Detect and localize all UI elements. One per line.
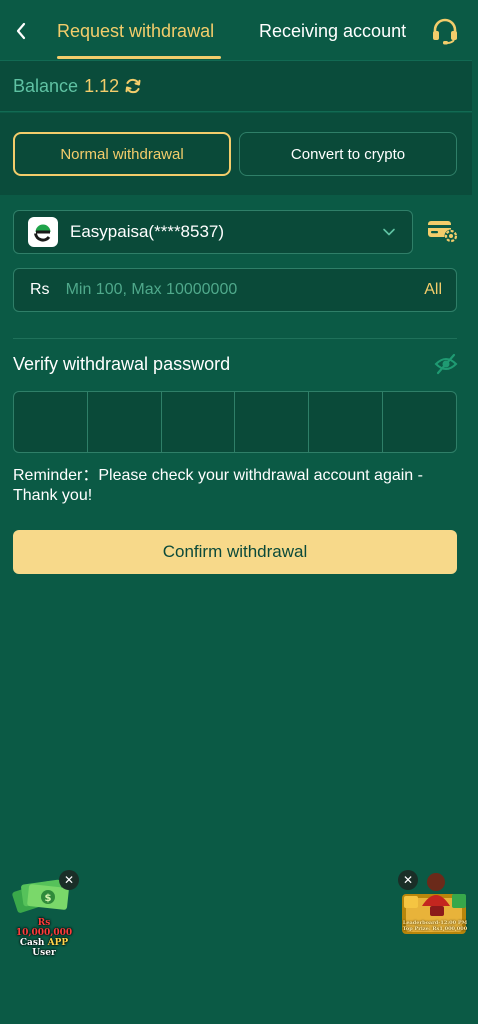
top-nav: Request withdrawal Receiving account	[0, 0, 478, 60]
svg-text:$: $	[45, 893, 52, 904]
pin-digit-2[interactable]	[88, 392, 162, 452]
pin-digit-5[interactable]	[309, 392, 384, 452]
promo-subtitle: Cash APP User	[8, 938, 80, 958]
close-promo-right-button[interactable]: ✕	[398, 870, 418, 890]
confirm-withdrawal-button[interactable]: Confirm withdrawal	[13, 530, 457, 574]
promo-amount: Rs 10,000,000	[15, 918, 73, 938]
balance-label: Balance	[13, 75, 79, 96]
leaderboard-promo-caption: Leaderboard-12:00 PM Top Prize: Rs1,000,…	[400, 920, 470, 932]
convert-to-crypto-button[interactable]: Convert to crypto	[239, 132, 457, 176]
divider	[13, 338, 457, 339]
account-select[interactable]: Easypaisa(****8537)	[13, 210, 413, 254]
pin-digit-6[interactable]	[383, 392, 456, 452]
selected-account: Easypaisa(****8537)	[70, 222, 225, 241]
cash-app-promo-caption: Rs 10,000,000 Cash APP User	[8, 918, 80, 958]
promo-app: APP	[47, 938, 69, 948]
leaderboard-prize: Top Prize: Rs1,000,000	[402, 926, 468, 932]
chevron-down-icon	[383, 228, 395, 236]
support-button[interactable]	[430, 16, 460, 46]
eye-off-icon[interactable]	[434, 353, 458, 375]
tab-request-withdrawal[interactable]: Request withdrawal	[57, 18, 214, 46]
close-promo-left-button[interactable]: ✕	[59, 870, 79, 890]
amount-field: Rs All	[13, 268, 457, 312]
card-settings-button[interactable]	[427, 218, 459, 244]
password-label: Verify withdrawal password	[13, 354, 231, 374]
back-button[interactable]	[10, 18, 32, 44]
withdrawal-page: Request withdrawal Receiving account Bal…	[0, 0, 478, 1024]
pin-digit-3[interactable]	[162, 392, 236, 452]
active-tab-indicator	[57, 56, 221, 59]
headset-icon	[433, 18, 457, 45]
leaderboard-promo[interactable]: Leaderboard-12:00 PM Top Prize: Rs1,000,…	[396, 866, 472, 938]
chevron-left-icon	[16, 22, 26, 40]
easypaisa-logo-icon	[28, 217, 58, 247]
withdrawal-type-section: Normal withdrawal Convert to crypto	[0, 113, 472, 195]
pin-digit-1[interactable]	[14, 392, 88, 452]
balance-bar: Balance 1.12	[0, 60, 472, 112]
tab-receiving-account[interactable]: Receiving account	[259, 18, 406, 46]
all-amount-button[interactable]: All	[424, 281, 442, 299]
cash-app-promo[interactable]: $ Rs 10,000,000 Cash APP User ✕	[8, 870, 80, 958]
promo-user: User	[32, 948, 56, 958]
password-pin-input[interactable]	[13, 391, 457, 453]
normal-withdrawal-button[interactable]: Normal withdrawal	[13, 132, 231, 176]
promo-cash: Cash	[19, 938, 45, 948]
currency-label: Rs	[30, 281, 50, 298]
card-settings-icon	[428, 221, 458, 243]
amount-input[interactable]	[65, 275, 396, 305]
refresh-icon[interactable]	[124, 77, 142, 95]
pin-digit-4[interactable]	[235, 392, 310, 452]
reminder-text: Reminder：Please check your withdrawal ac…	[13, 467, 423, 504]
balance-value: 1.12	[84, 75, 120, 96]
